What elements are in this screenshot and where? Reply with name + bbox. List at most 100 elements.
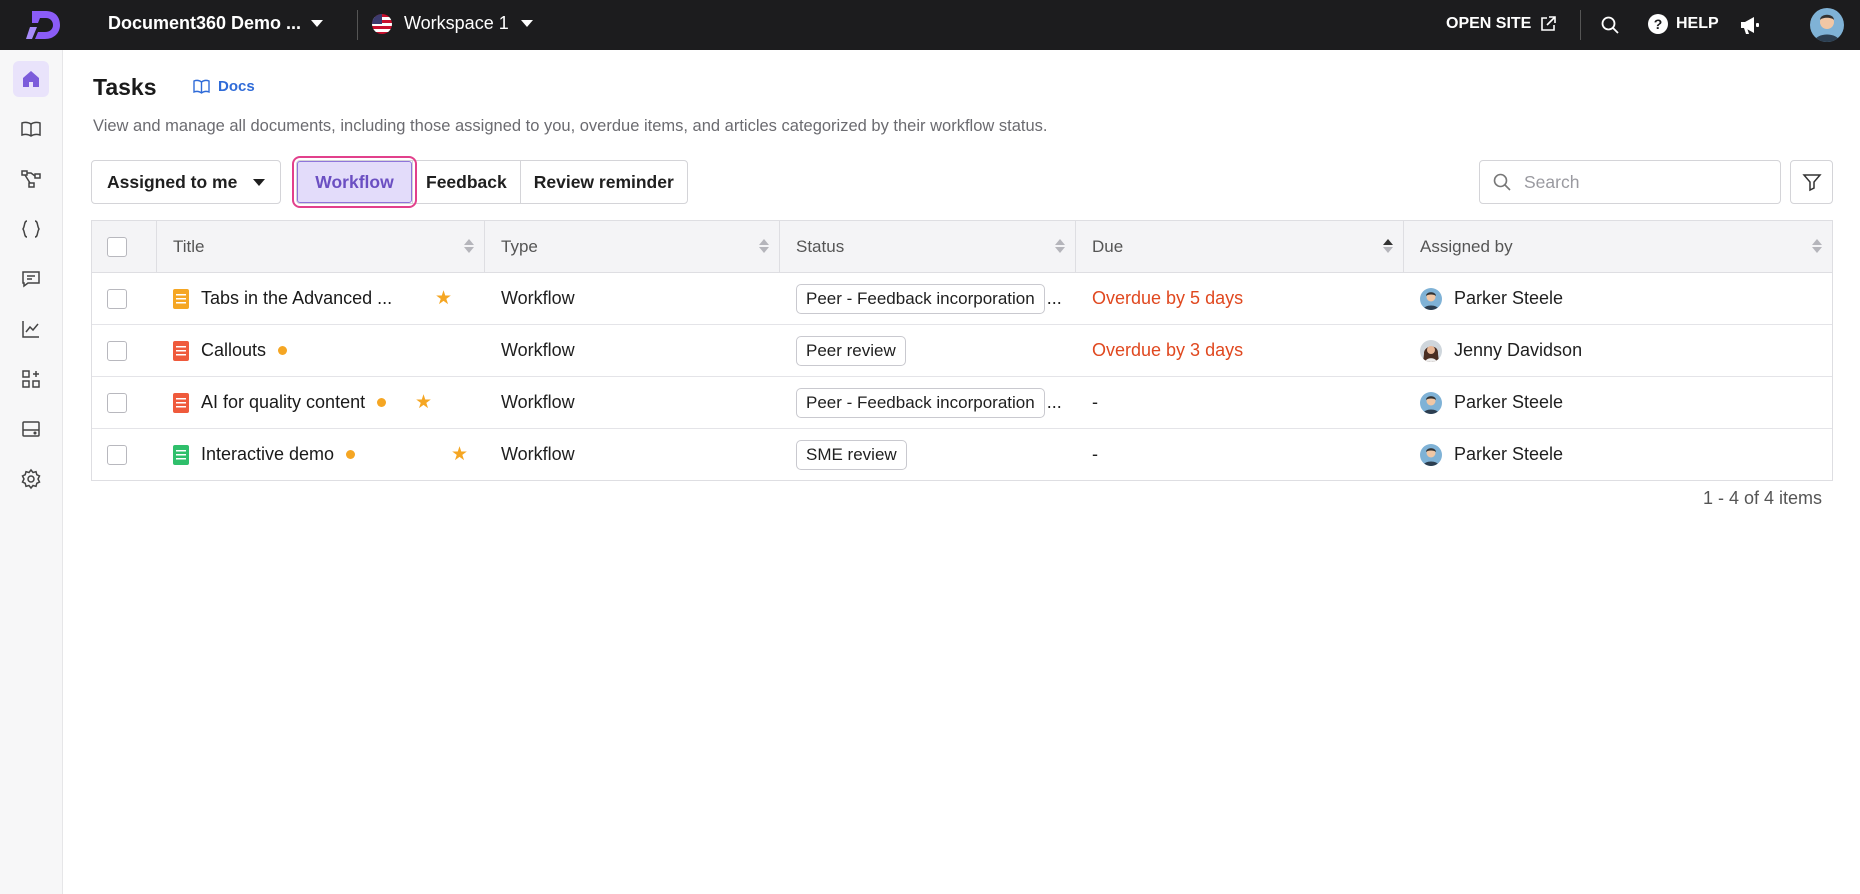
open-site-button[interactable]: OPEN SITE [1446,15,1557,33]
article-title-link[interactable]: Tabs in the Advanced ... [201,288,392,309]
sidebar-item-drive[interactable] [13,411,49,447]
sidebar-item-analytics[interactable] [13,311,49,347]
column-header-title[interactable]: Title [157,221,485,272]
help-button[interactable]: ? HELP [1648,14,1719,34]
column-title-label: Title [173,236,205,256]
column-header-assigned-by[interactable]: Assigned by [1404,221,1832,272]
column-header-type[interactable]: Type [485,221,780,272]
settings-icon [21,468,41,490]
docs-link-label: Docs [218,78,255,95]
sort-ascending-icon[interactable] [1383,239,1393,253]
external-link-icon [1541,16,1557,31]
code-braces-icon [22,220,40,238]
assignee-name: Parker Steele [1454,444,1564,464]
row-select-cell [92,429,157,480]
assigned-to-me-dropdown[interactable]: Assigned to me [91,160,281,204]
megaphone-icon[interactable] [1737,12,1763,38]
project-selector[interactable]: Document360 Demo ... [108,13,324,34]
tab-workflow[interactable]: Workflow [292,156,417,208]
due-cell: Overdue by 3 days [1092,340,1244,360]
status-overflow: ... [1046,288,1062,308]
row-select-cell [92,377,157,428]
page-description: View and manage all documents, including… [93,117,1048,135]
top-bar: Document360 Demo ... Workspace 1 OPEN SI… [0,0,1860,50]
comment-icon [22,271,40,288]
apps-icon [22,370,40,388]
assigned-by-cell: Parker Steele [1404,429,1832,480]
assigned-by-cell: Parker Steele [1404,273,1832,324]
status-cell: Peer review [780,325,1076,376]
sidebar-item-category-manager[interactable] [13,161,49,197]
sort-icon[interactable] [464,239,474,253]
status-badge: Peer - Feedback incorporation [796,283,1045,314]
filter-button[interactable] [1790,160,1833,204]
assignee-name: Parker Steele [1454,288,1564,308]
type-cell: Workflow [501,340,575,360]
unpublished-dot-icon [346,450,356,459]
article-title-link[interactable]: Callouts [201,340,266,361]
status-badge: Peer - Feedback incorporation [796,387,1045,418]
select-all-checkbox[interactable] [107,236,127,257]
assignee-name: Jenny Davidson [1454,340,1583,360]
docs-link[interactable]: Docs [193,78,255,95]
document-icon [173,288,189,309]
category-tree-icon [21,170,41,188]
search-input[interactable] [1522,170,1756,194]
sidebar-item-api[interactable] [13,211,49,247]
article-title-link[interactable]: AI for quality content [201,392,365,413]
unpublished-dot-icon [278,346,288,355]
row-select-cell [92,273,157,324]
book-icon [193,79,210,94]
title-cell: Tabs in the Advanced ... ★ [157,273,485,324]
avatar [1420,443,1442,466]
search-icon [1493,173,1511,191]
assigned-by-cell: Parker Steele [1404,377,1832,428]
star-icon[interactable]: ★ [435,287,452,310]
search-icon[interactable] [1597,12,1623,38]
due-cell: Overdue by 5 days [1092,288,1244,308]
sort-icon[interactable] [759,239,769,253]
sort-icon[interactable] [1812,239,1822,253]
sidebar-item-integrations[interactable] [13,361,49,397]
assignee-name: Parker Steele [1454,392,1564,412]
sidebar [0,50,63,894]
chevron-down-icon [520,20,533,27]
star-icon[interactable]: ★ [451,443,468,466]
row-checkbox[interactable] [107,444,127,465]
table-row[interactable]: Callouts Workflow Peer review Overdue by… [92,325,1832,377]
star-icon[interactable]: ★ [415,391,432,414]
column-due-label: Due [1092,236,1124,256]
table-row[interactable]: AI for quality content ★ Workflow Peer -… [92,377,1832,429]
type-cell: Workflow [501,444,575,464]
divider [1580,10,1581,40]
workspace-selector[interactable]: Workspace 1 [372,13,533,34]
sidebar-item-home[interactable] [13,61,49,97]
document360-logo-icon[interactable] [26,7,64,43]
avatar [1420,287,1442,310]
avatar [1420,339,1442,362]
table-row[interactable]: Tabs in the Advanced ... ★ Workflow Peer… [92,273,1832,325]
open-site-label: OPEN SITE [1446,15,1532,32]
sort-icon[interactable] [1055,239,1065,253]
page-title: Tasks [93,74,157,100]
table-row[interactable]: Interactive demo ★ Workflow SME review -… [92,429,1832,480]
row-checkbox[interactable] [107,288,127,309]
row-checkbox[interactable] [107,340,127,361]
column-header-status[interactable]: Status [780,221,1076,272]
sidebar-item-documentation[interactable] [13,111,49,147]
sidebar-item-feedback[interactable] [13,261,49,297]
user-avatar[interactable] [1810,8,1844,42]
tab-review-reminder[interactable]: Review reminder [519,161,687,203]
due-cell: - [1092,444,1098,464]
row-checkbox[interactable] [107,392,127,413]
column-header-due[interactable]: Due [1076,221,1404,272]
title-cell: AI for quality content ★ [157,377,485,428]
pagination-summary: 1 - 4 of 4 items [1702,488,1822,508]
article-title-link[interactable]: Interactive demo [201,444,334,465]
tab-feedback[interactable]: Feedback [412,161,520,203]
type-cell: Workflow [501,392,575,412]
sidebar-item-settings[interactable] [13,461,49,497]
avatar [1420,391,1442,414]
column-type-label: Type [501,236,538,256]
chevron-down-icon [311,20,324,27]
